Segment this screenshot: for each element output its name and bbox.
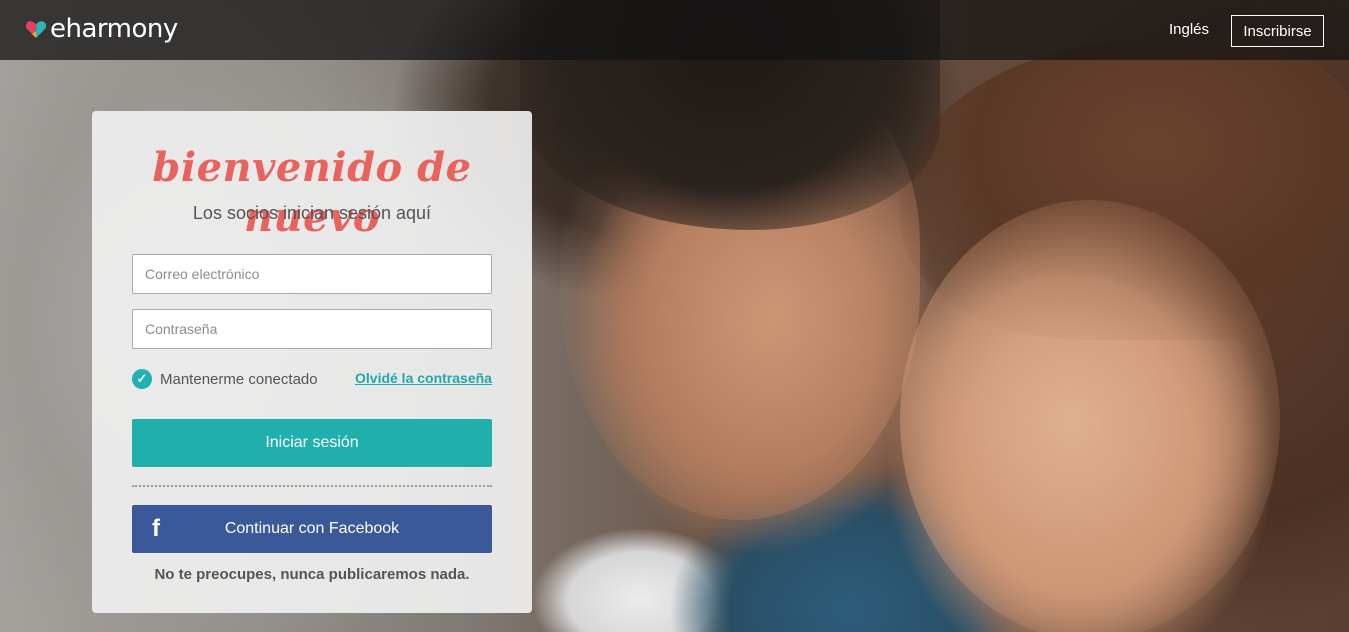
welcome-heading: bienvenido de nuevo [152, 144, 472, 241]
hero-photo-woman-face [900, 200, 1280, 632]
dotted-divider [132, 485, 492, 487]
brand-name: eharmony [50, 14, 178, 44]
eharmony-heart-logo-icon [25, 21, 47, 38]
facebook-button-label: Continuar con Facebook [224, 520, 400, 537]
signup-button[interactable]: Inscribirse [1231, 15, 1324, 47]
login-button[interactable]: Iniciar sesión [132, 419, 492, 467]
login-subtitle: Los socios inician sesión aquí [192, 203, 432, 223]
password-field[interactable] [132, 309, 492, 349]
facebook-login-button[interactable]: f Continuar con Facebook [132, 505, 492, 553]
remember-me-label: Mantenerme conectado [160, 370, 318, 388]
check-icon: ✓ [132, 369, 152, 389]
remember-me-checkbox[interactable]: ✓ Mantenerme conectado [132, 369, 318, 389]
login-card: bienvenido de nuevo Los socios inician s… [92, 111, 532, 613]
email-field[interactable] [132, 254, 492, 294]
brand-logo-link[interactable]: eharmony [24, 14, 178, 44]
top-navigation-bar: eharmony Inglés Inscribirse [0, 0, 1349, 60]
facebook-f-icon: f [152, 515, 160, 542]
facebook-privacy-note: No te preocupes, nunca publicaremos nada… [154, 566, 470, 583]
forgot-password-link[interactable]: Olvidé la contraseña [355, 370, 492, 386]
language-link[interactable]: Inglés [1169, 21, 1209, 38]
